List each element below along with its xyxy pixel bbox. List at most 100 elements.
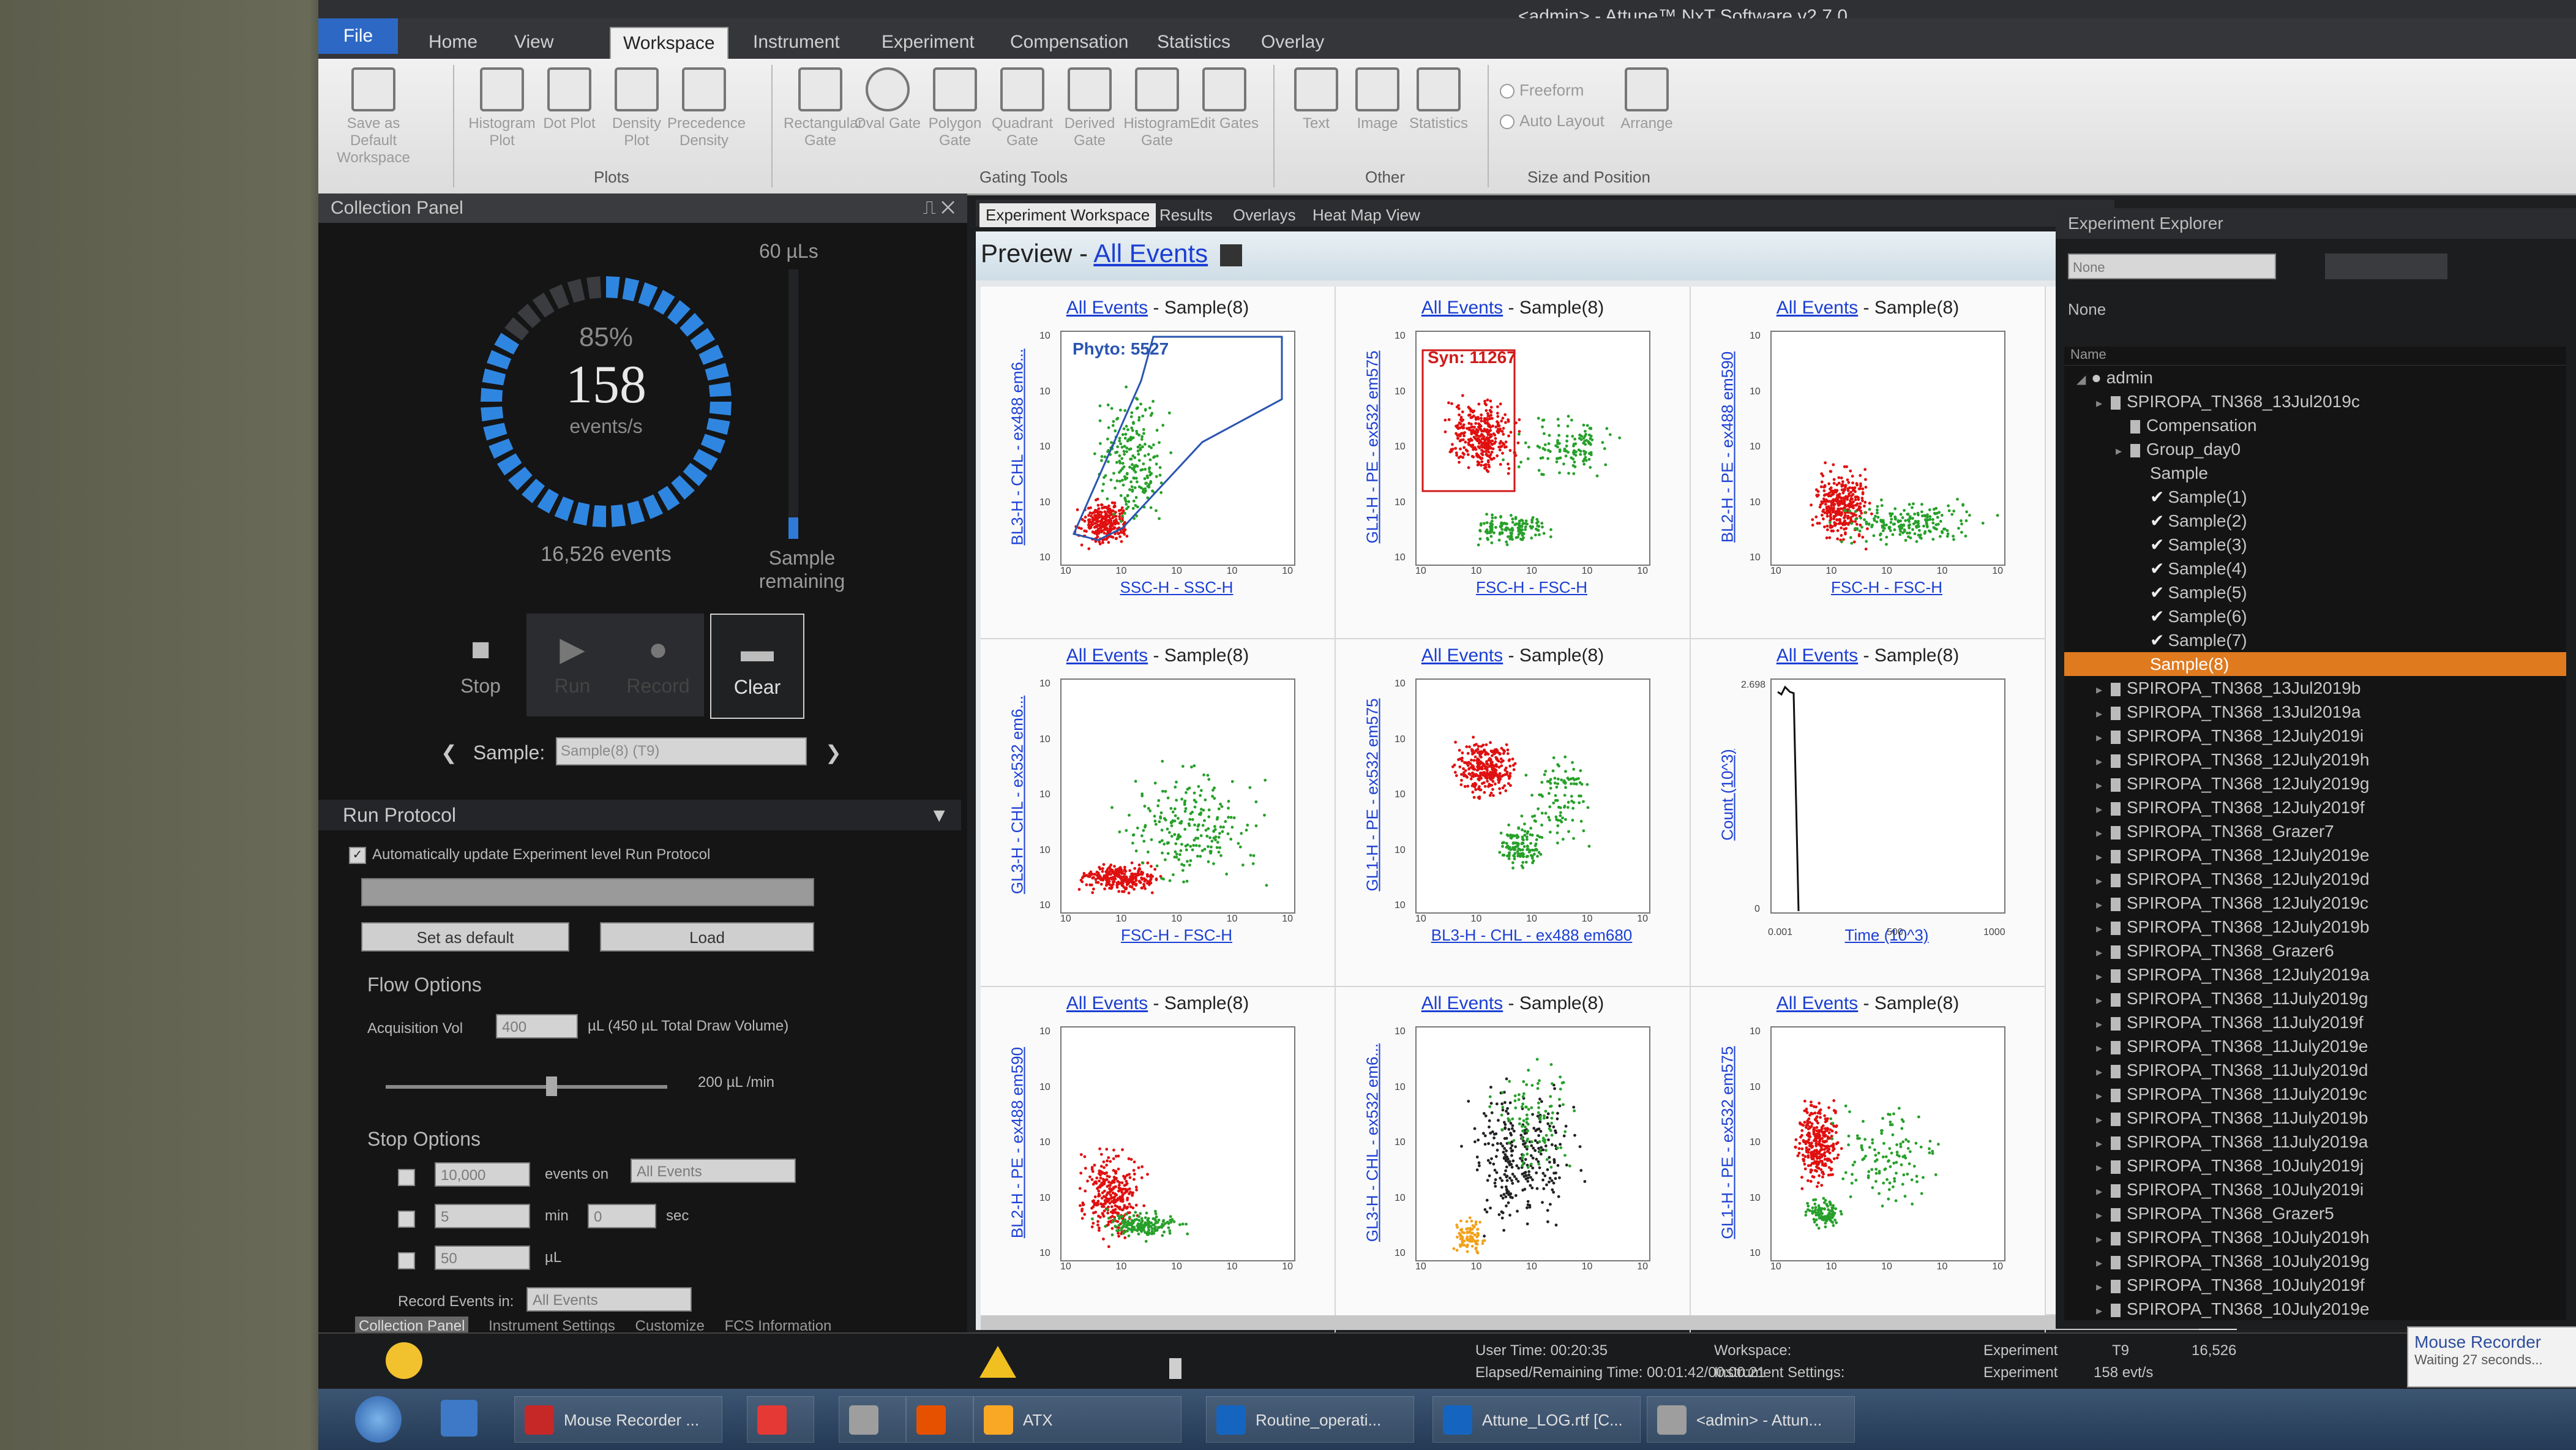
histogram-plot-button[interactable]: Histogram Plot — [465, 67, 539, 165]
tab-instrument-settings[interactable]: Instrument Settings — [489, 1318, 615, 1334]
run-button[interactable]: ▶ Run — [526, 614, 618, 716]
tree-node[interactable]: ▸ SPIROPA_TN368_11July2019f — [2064, 1010, 2566, 1034]
plot-y-axis-label[interactable]: GL3-H - CHL - ex532 em6... — [1360, 1026, 1385, 1259]
tree-node[interactable]: ▸ Group_day0 — [2064, 437, 2566, 461]
tree-node[interactable]: ▸ SPIROPA_TN368_11July2019a — [2064, 1130, 2566, 1154]
taskbar-item[interactable]: ATX — [973, 1396, 1181, 1443]
scatter-plot[interactable] — [1060, 1026, 1295, 1261]
all-events-link[interactable]: All Events — [1093, 239, 1208, 268]
tree-node[interactable]: ▸ SPIROPA_TN368_10July2019i — [2064, 1178, 2566, 1201]
histogram-gate-button[interactable]: Histogram Gate — [1120, 67, 1194, 165]
run-protocol-field[interactable] — [361, 878, 814, 906]
plot-cell[interactable]: All Events - Sample(8) GL1-H - PE - ex53… — [1691, 982, 2046, 1335]
set-as-default-button[interactable]: Set as default — [361, 922, 569, 952]
taskbar-item[interactable] — [747, 1396, 814, 1443]
tab-view[interactable]: View — [502, 27, 566, 58]
explorer-filter-dropdown[interactable]: None — [2068, 254, 2276, 279]
save-default-workspace-button[interactable]: Save as Default Workspace — [337, 67, 410, 166]
acquisition-vol-input[interactable]: 400 — [496, 1014, 578, 1039]
gate-label[interactable]: Syn: 11267 — [1428, 348, 1516, 367]
taskbar-item[interactable]: Attune_LOG.rtf [C... — [1432, 1396, 1641, 1443]
stop-sec-input[interactable]: 0 — [588, 1204, 656, 1228]
explorer-search-button[interactable] — [2325, 254, 2447, 279]
plot-y-axis-label[interactable]: GL3-H - CHL - ex532 em6... — [1005, 678, 1030, 911]
plot-y-axis-label[interactable]: BL3-H - CHL - ex488 em6... — [1005, 331, 1030, 563]
tab-file[interactable]: File — [318, 18, 398, 54]
tab-workspace[interactable]: Workspace — [610, 27, 728, 59]
stop-min-checkbox[interactable] — [398, 1210, 421, 1228]
tree-node[interactable]: ✔ Sample(6) — [2064, 604, 2566, 628]
tab-heat-map-view[interactable]: Heat Map View — [1306, 203, 1426, 227]
precedence-density-button[interactable]: Precedence Density — [667, 67, 746, 165]
statistics-button[interactable]: Statistics — [1402, 67, 1475, 165]
stop-events-input[interactable]: 10,000 — [435, 1162, 530, 1187]
mouse-recorder-popup[interactable]: Mouse Recorder Waiting 27 seconds... — [2407, 1326, 2576, 1388]
dot-plot-button[interactable]: Dot Plot — [533, 67, 606, 165]
plot-cell[interactable]: All Events - Sample(8) GL1-H - PE - ex53… — [1336, 634, 1691, 987]
plot-x-axis-label[interactable]: BL3-H - CHL - ex488 em680 — [1415, 926, 1648, 945]
plot-cell[interactable]: All Events - Sample(8) BL3-H - CHL - ex4… — [981, 287, 1336, 639]
tree-node[interactable]: ▸ SPIROPA_TN368_Grazer7 — [2064, 819, 2566, 843]
scatter-plot[interactable] — [1060, 331, 1295, 566]
auto-layout-radio[interactable]: Auto Layout — [1500, 111, 1604, 130]
tree-node[interactable]: ✔ Sample(2) — [2064, 509, 2566, 533]
tree-node[interactable]: ▸ SPIROPA_TN368_10July2019h — [2064, 1225, 2566, 1249]
tree-node[interactable]: ▸ SPIROPA_TN368_12July2019e — [2064, 843, 2566, 867]
tree-node[interactable]: ✔ Sample(1) — [2064, 485, 2566, 509]
record-gate-dropdown[interactable]: All Events — [526, 1287, 692, 1312]
tree-node[interactable]: ✔ Sample(7) — [2064, 628, 2566, 652]
plot-x-axis-label[interactable]: FSC-H - FSC-H — [1415, 578, 1648, 597]
auto-update-checkbox[interactable]: ✓ Automatically update Experiment level R… — [349, 846, 710, 864]
tree-node[interactable]: Sample(8) — [2064, 652, 2566, 676]
tree-node[interactable]: ▸ SPIROPA_TN368_12July2019h — [2064, 748, 2566, 772]
taskbar-item[interactable]: Mouse Recorder ... — [514, 1396, 722, 1443]
tree-node[interactable]: ✔ Sample(4) — [2064, 557, 2566, 580]
plot-cell[interactable]: All Events - Sample(8) BL2-H - PE - ex48… — [981, 982, 1336, 1335]
rectangular-gate-button[interactable]: Rectangular Gate — [784, 67, 863, 165]
plot-gate-link[interactable]: All Events — [1066, 993, 1148, 1013]
plot-cell[interactable]: All Events - Sample(8) GL3-H - CHL - ex5… — [1336, 982, 1691, 1335]
plot-y-axis-label[interactable]: BL2-H - PE - ex488 em590 — [1005, 1026, 1030, 1259]
scatter-plot[interactable] — [1770, 331, 2005, 566]
tab-overlays[interactable]: Overlays — [1227, 203, 1302, 227]
tree-node[interactable]: ▸ SPIROPA_TN368_12July2019i — [2064, 724, 2566, 748]
warning-icon[interactable] — [979, 1346, 1016, 1378]
taskbar-item[interactable]: <admin> - Attun... — [1647, 1396, 1855, 1443]
tab-statistics[interactable]: Statistics — [1145, 27, 1243, 58]
tree-node[interactable]: ▸ SPIROPA_TN368_12July2019g — [2064, 772, 2566, 795]
plot-gate-link[interactable]: All Events — [1421, 993, 1503, 1013]
tab-instrument[interactable]: Instrument — [741, 27, 852, 58]
tab-experiment-workspace[interactable]: Experiment Workspace — [979, 203, 1156, 227]
scatter-plot[interactable] — [1060, 678, 1295, 914]
taskbar-item[interactable] — [839, 1396, 906, 1443]
scatter-plot[interactable] — [1415, 678, 1650, 914]
tree-node[interactable]: ▸ SPIROPA_TN368_Grazer6 — [2064, 939, 2566, 963]
plot-gate-link[interactable]: All Events — [1066, 298, 1148, 318]
plot-cell[interactable]: All Events - Sample(8) Count (10^3) Time… — [1691, 634, 2046, 987]
plot-gate-link[interactable]: All Events — [1777, 298, 1858, 318]
slider-thumb[interactable] — [546, 1076, 557, 1096]
density-plot-button[interactable]: Density Plot — [600, 67, 673, 165]
events-gate-dropdown[interactable]: All Events — [631, 1159, 796, 1183]
tree-node[interactable]: ◢ ● admin — [2064, 366, 2566, 389]
plot-x-axis-label[interactable]: FSC-H - FSC-H — [1770, 578, 2003, 597]
tree-node[interactable]: ▸ SPIROPA_TN368_Grazer5 — [2064, 1201, 2566, 1225]
plot-y-axis-label[interactable]: BL2-H - PE - ex488 em590 — [1715, 331, 1740, 563]
plot-gate-link[interactable]: All Events — [1421, 645, 1503, 666]
tree-node[interactable]: ▸ SPIROPA_TN368_10July2019g — [2064, 1249, 2566, 1273]
plot-cell[interactable]: All Events - Sample(8) GL1-H - PE - ex53… — [1336, 287, 1691, 639]
stop-min-input[interactable]: 5 — [435, 1204, 530, 1228]
plot-cell[interactable]: All Events - Sample(8) BL2-H - PE - ex48… — [1691, 287, 2046, 639]
tree-node[interactable]: ✔ Sample(3) — [2064, 533, 2566, 557]
record-button[interactable]: ● Record — [612, 614, 704, 716]
tab-overlay[interactable]: Overlay — [1249, 27, 1336, 58]
clear-button[interactable]: ▬ Clear — [710, 614, 804, 719]
stop-volume-input[interactable]: 50 — [435, 1245, 530, 1270]
tab-home[interactable]: Home — [416, 27, 490, 58]
plot-gate-link[interactable]: All Events — [1777, 993, 1858, 1013]
trash-icon[interactable] — [1169, 1358, 1181, 1379]
edit-gates-button[interactable]: Edit Gates — [1188, 67, 1261, 165]
tree-node[interactable]: ✔ Sample(5) — [2064, 580, 2566, 604]
tab-results[interactable]: Results — [1153, 203, 1219, 227]
close-icon[interactable]: ✕ — [941, 198, 955, 218]
